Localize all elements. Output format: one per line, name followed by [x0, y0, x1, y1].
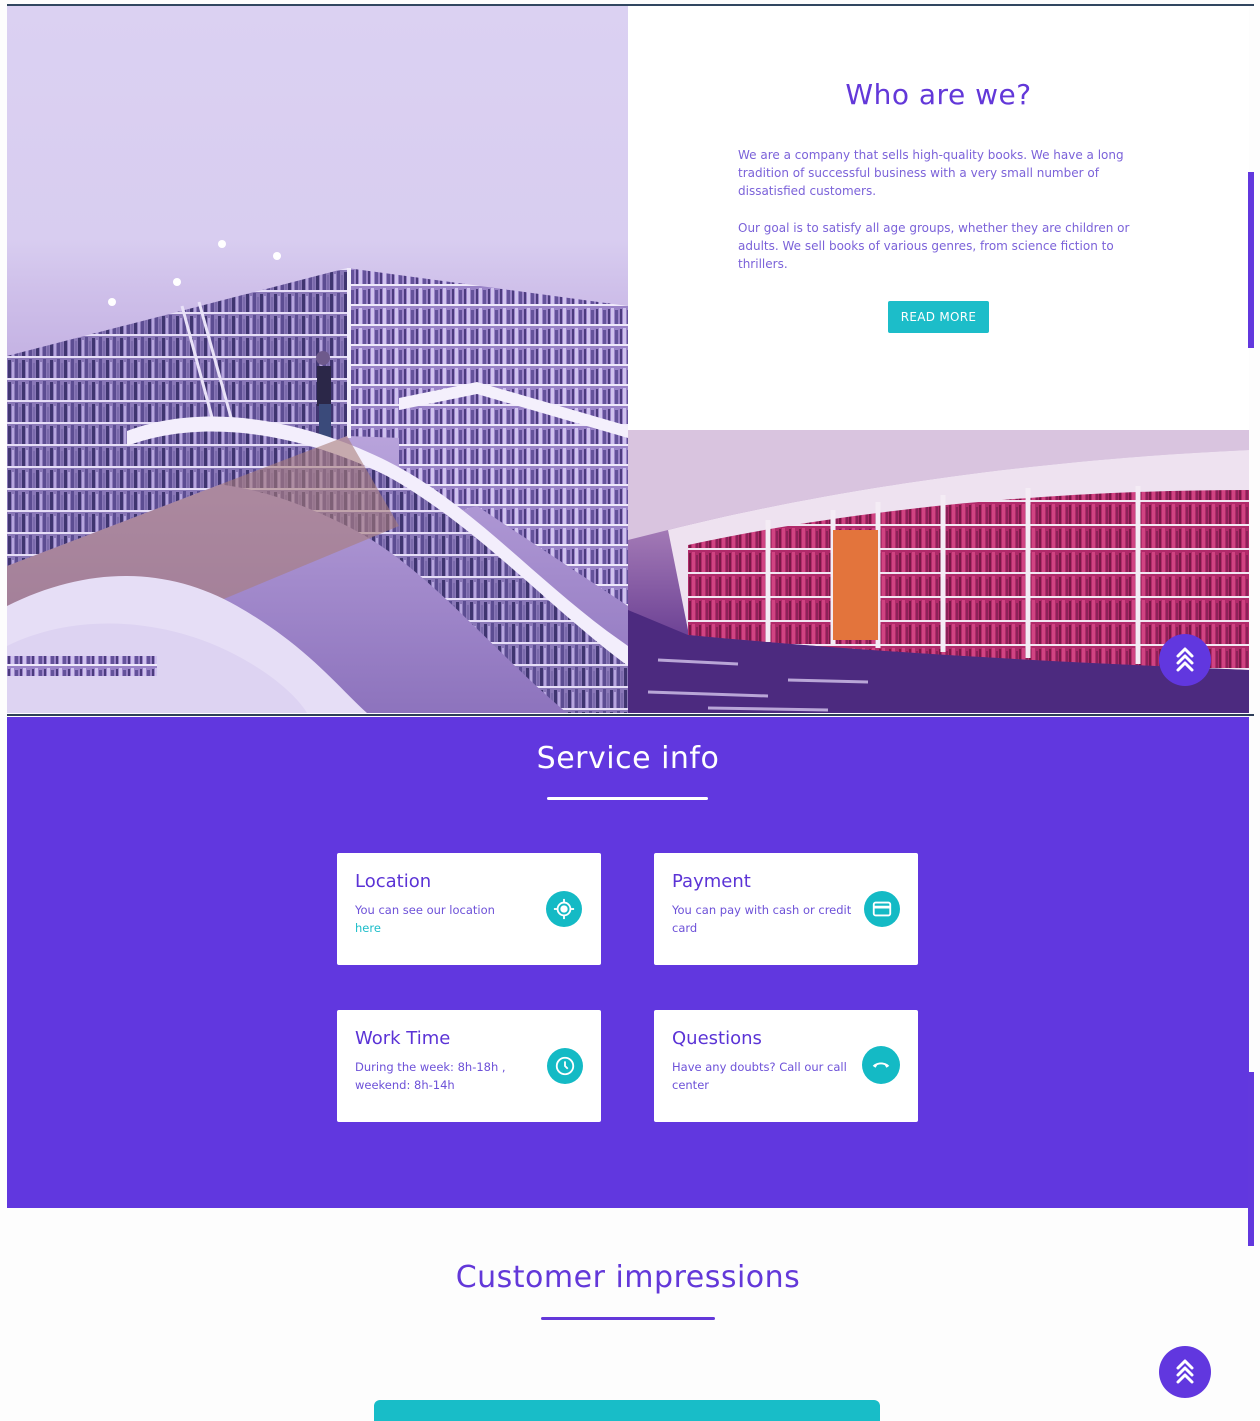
service-title-underline [547, 797, 708, 800]
about-paragraph-2: Our goal is to satisfy all age groups, w… [738, 221, 1130, 271]
location-card: Location You can see our location here [337, 853, 601, 965]
work-time-card: Work Time During the week: 8h-18h , week… [337, 1010, 601, 1122]
card-text: You can pay with cash or credit card [672, 903, 852, 935]
impressions-title: Customer impressions [455, 1260, 801, 1295]
service-info-section: Service info Location You can see our lo… [7, 717, 1249, 1208]
library-red-books-photo [628, 430, 1249, 713]
about-title: Who are we? [845, 78, 1032, 111]
about-paragraph-1: We are a company that sells high-quality… [738, 148, 1124, 198]
card-text: During the week: 8h-18h , weekend: 8h-14… [355, 1060, 506, 1092]
card-title: Payment [672, 871, 751, 892]
card-title: Questions [672, 1028, 762, 1049]
location-link[interactable]: here [355, 921, 381, 935]
card-title: Location [355, 871, 432, 892]
questions-card: Questions Have any doubts? Call our call… [654, 1010, 918, 1122]
card-title: Work Time [355, 1028, 451, 1049]
library-red-books-illustration [628, 430, 1249, 713]
payment-card: Payment You can pay with cash or credit … [654, 853, 918, 965]
library-bookshelves-illustration [7, 240, 628, 713]
card-text-body: You can see our location [355, 903, 495, 917]
side-scroll-strip [1248, 1072, 1254, 1246]
credit-card-icon [864, 891, 900, 927]
about-text-panel: Who are we? We are a company that sells … [628, 6, 1249, 430]
service-title: Service info [536, 741, 720, 776]
side-scroll-strip [1248, 172, 1254, 348]
back-to-top-button[interactable] [1159, 1346, 1211, 1398]
location-target-icon [546, 891, 582, 927]
double-chevron-up-icon [1176, 1359, 1194, 1384]
card-text: You can see our location here [355, 901, 545, 937]
section-divider [7, 714, 1254, 716]
double-chevron-up-icon [1176, 647, 1194, 672]
back-to-top-button[interactable] [1159, 634, 1211, 686]
read-more-button[interactable]: READ MORE [888, 301, 989, 333]
about-section: Who are we? We are a company that sells … [7, 6, 1249, 713]
impressions-title-underline [541, 1317, 715, 1320]
clock-icon [547, 1048, 583, 1084]
phone-icon[interactable] [862, 1046, 900, 1084]
library-bookshelves-photo [7, 6, 628, 713]
card-text: Have any doubts? Call our call center [672, 1060, 847, 1092]
testimonial-card [374, 1400, 880, 1421]
